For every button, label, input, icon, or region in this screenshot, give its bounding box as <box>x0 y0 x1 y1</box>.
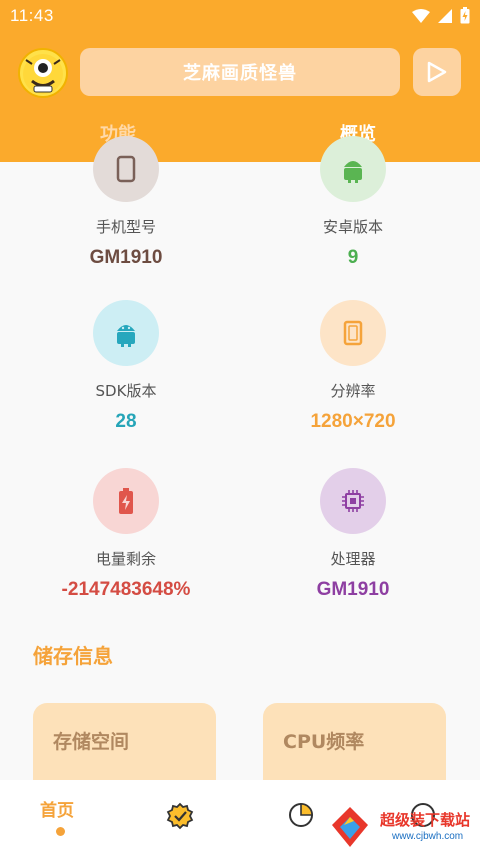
app-logo-avatar[interactable] <box>18 48 68 98</box>
play-icon <box>427 61 447 83</box>
info-label: 处理器 <box>330 550 376 568</box>
app-title: 芝麻画质怪兽 <box>183 63 297 84</box>
watermark-brand: 超级装下载站 <box>380 811 471 829</box>
phone-icon <box>93 136 159 202</box>
watermark: 超级装下载站 www.cjbwh.com <box>330 803 480 853</box>
info-value: 1280×720 <box>310 411 396 432</box>
info-processor: 处理器 GM1910 <box>253 468 453 601</box>
info-sdk-version: SDK版本 28 <box>26 300 226 433</box>
info-phone-model: 手机型号 GM1910 <box>26 136 226 269</box>
signal-icon <box>438 8 452 23</box>
info-android-version: 安卓版本 9 <box>253 136 453 269</box>
monster-logo-icon <box>23 54 63 94</box>
info-label: 安卓版本 <box>322 218 383 236</box>
info-value: GM1910 <box>89 247 163 268</box>
battery-status-icon <box>460 7 470 24</box>
info-value: GM1910 <box>316 579 390 600</box>
status-bar: 11:43 <box>0 0 480 34</box>
cpu-icon <box>320 468 386 534</box>
badge-check-icon[interactable] <box>166 802 194 830</box>
play-button[interactable] <box>413 48 461 96</box>
info-value: 28 <box>115 411 137 432</box>
info-label: 电量剩余 <box>95 550 156 568</box>
status-icons <box>412 7 470 24</box>
nav-home[interactable]: 首页 <box>40 796 74 821</box>
app-title-button[interactable]: 芝麻画质怪兽 <box>80 48 400 96</box>
battery-icon <box>93 468 159 534</box>
info-value: -2147483648% <box>61 579 191 600</box>
info-label: 手机型号 <box>95 218 156 236</box>
info-label: SDK版本 <box>95 382 157 400</box>
status-time: 11:43 <box>10 6 54 25</box>
info-value: 9 <box>347 247 359 268</box>
wifi-icon <box>412 8 430 23</box>
watermark-url: www.cjbwh.com <box>392 831 464 842</box>
android-icon <box>320 136 386 202</box>
android-sdk-icon <box>93 300 159 366</box>
info-resolution: 分辨率 1280×720 <box>253 300 453 433</box>
card-title: CPU频率 <box>283 731 365 753</box>
pie-chart-icon[interactable] <box>288 802 314 828</box>
info-battery: 电量剩余 -2147483648% <box>26 468 226 601</box>
card-title: 存储空间 <box>53 731 130 753</box>
screen-icon <box>320 300 386 366</box>
nav-active-dot <box>56 827 65 836</box>
info-label: 分辨率 <box>330 382 376 400</box>
storage-section-title: 储存信息 <box>33 644 113 668</box>
